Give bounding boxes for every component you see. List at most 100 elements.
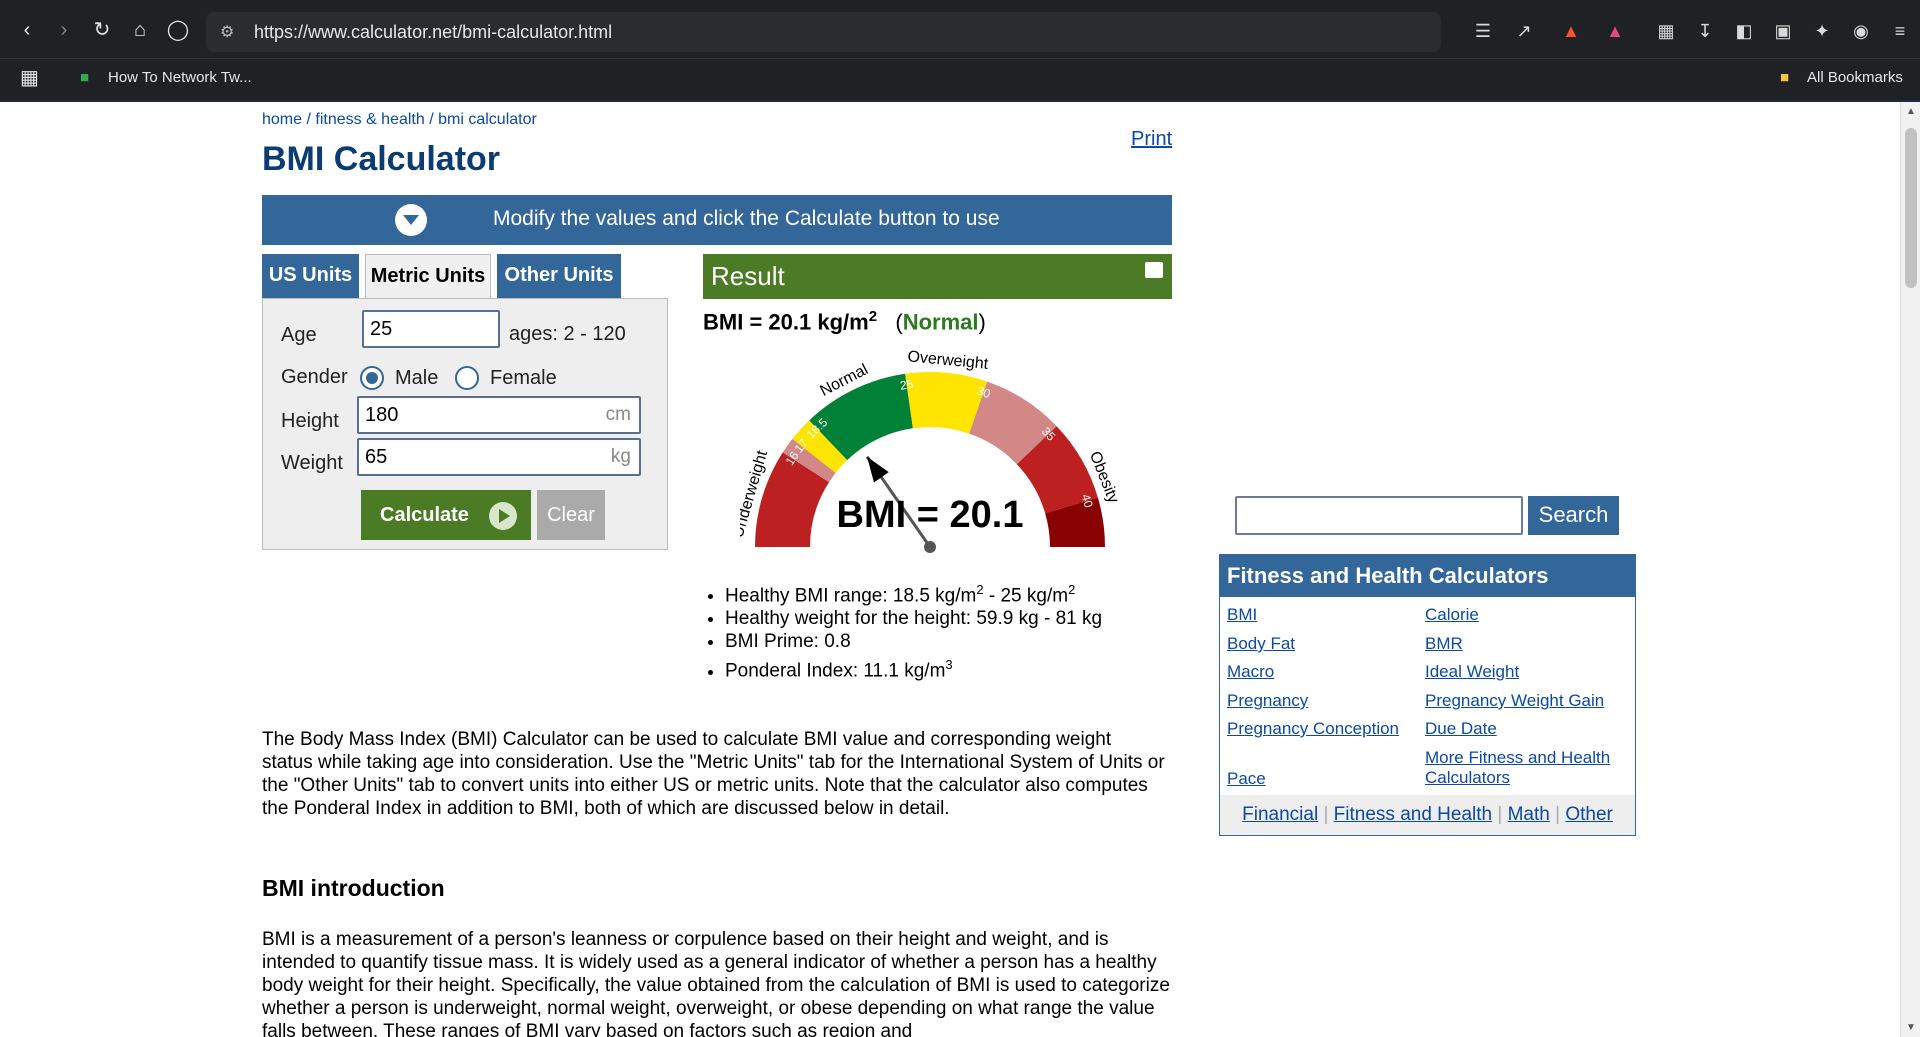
calculate-button[interactable]: Calculate — [361, 490, 531, 540]
healthy-range-sup: 2 — [976, 582, 984, 597]
search-button[interactable]: Search — [1528, 496, 1619, 535]
weight-value[interactable]: 65 — [365, 446, 387, 468]
result-list: Healthy BMI range: 18.5 kg/m2 - 25 kg/m2… — [703, 578, 1102, 683]
link-bmi[interactable]: BMI — [1227, 605, 1257, 625]
home-icon[interactable]: ⌂ — [128, 18, 152, 42]
back-icon[interactable]: ‹ — [15, 18, 39, 42]
wallet-icon[interactable]: ▣ — [1772, 20, 1794, 42]
female-radio[interactable] — [455, 366, 479, 390]
link-calorie[interactable]: Calorie — [1425, 605, 1479, 625]
clear-button[interactable]: Clear — [537, 490, 605, 540]
footer-link-financial[interactable]: Financial — [1242, 804, 1318, 825]
link-pregnancy-conception[interactable]: Pregnancy Conception — [1227, 719, 1399, 739]
scrollbar-thumb[interactable] — [1905, 128, 1917, 288]
female-label[interactable]: Female — [490, 367, 557, 390]
save-label[interactable]: save — [1144, 297, 1163, 307]
bmi-form: Age 25 ages: 2 - 120 Gender Male Female … — [262, 298, 668, 550]
dropdown-circle-icon[interactable] — [395, 204, 427, 236]
healthy-range-text-2: - 25 kg/m — [983, 585, 1069, 607]
height-label: Height — [281, 410, 339, 432]
bookmark-icon[interactable]: ◯ — [166, 18, 190, 42]
result-header: Result save — [703, 254, 1172, 307]
sidebar-icon[interactable]: ◧ — [1733, 20, 1755, 42]
fitness-health-calculators-box: Fitness and Health Calculators BMI Body … — [1219, 554, 1636, 836]
ponderal-index-text: Ponderal Index: 11.1 kg/m — [725, 660, 946, 682]
breadcrumb-fitness[interactable]: fitness & health — [315, 111, 424, 128]
apps-icon[interactable]: ▦ — [20, 65, 39, 90]
instruction-banner[interactable]: Modify the values and click the Calculat… — [262, 195, 1172, 245]
forward-icon[interactable]: › — [52, 18, 76, 42]
category-footer: Financial | Fitness and Health | Math | … — [1220, 795, 1635, 835]
bmi-result-sup: 2 — [868, 308, 878, 325]
url-text[interactable]: https://www.calculator.net/bmi-calculato… — [254, 22, 612, 43]
male-radio[interactable] — [360, 366, 384, 390]
search-input[interactable] — [1235, 496, 1523, 535]
extensions-icon[interactable]: ▦ — [1655, 20, 1677, 42]
gauge-needle-head — [867, 456, 889, 483]
link-macro[interactable]: Macro — [1227, 662, 1274, 682]
status-open: ( — [895, 309, 903, 335]
weight-unit: kg — [610, 446, 631, 467]
bmi-result-value: BMI = 20.1 kg/m — [703, 309, 869, 335]
bookmark-item[interactable]: How To Network Tw... — [108, 69, 252, 86]
rewards-icon[interactable]: ▲ — [1604, 20, 1626, 42]
save-icon[interactable]: save — [1144, 262, 1164, 307]
leo-icon[interactable]: ✦ — [1811, 20, 1833, 42]
breadcrumb-current[interactable]: bmi calculator — [438, 111, 537, 128]
tab-us-units[interactable]: US Units — [262, 254, 359, 298]
gauge-tick-label: 25 — [899, 377, 915, 393]
height-input[interactable]: 180 cm — [357, 396, 641, 434]
gauge-hub — [924, 541, 936, 553]
page-title: BMI Calculator — [262, 140, 501, 178]
bookmark-favicon-icon: ■ — [80, 69, 90, 86]
reader-icon[interactable]: ☰ — [1472, 20, 1494, 42]
play-icon[interactable] — [489, 502, 517, 530]
page-scrollbar[interactable]: ▲ ▼ — [1900, 102, 1920, 1037]
folder-icon: ■ — [1780, 69, 1790, 86]
breadcrumb-separator: / — [302, 111, 316, 128]
age-input[interactable]: 25 — [362, 310, 500, 348]
intro-paragraph: BMI is a measurement of a person's leann… — [262, 929, 1170, 1037]
description-paragraph: The Body Mass Index (BMI) Calculator can… — [262, 729, 1165, 819]
height-value[interactable]: 180 — [365, 404, 398, 426]
footer-link-fitness[interactable]: Fitness and Health — [1334, 804, 1492, 825]
link-pace[interactable]: Pace — [1227, 769, 1266, 789]
healthy-range-sup-2: 2 — [1068, 582, 1076, 597]
download-icon[interactable]: ↧ — [1694, 20, 1716, 42]
list-item: Healthy BMI range: 18.5 kg/m2 - 25 kg/m2 — [725, 578, 1102, 607]
address-bar[interactable]: ⚙ https://www.calculator.net/bmi-calcula… — [206, 12, 1441, 52]
healthy-range-text: Healthy BMI range: 18.5 kg/m — [725, 585, 977, 607]
tab-other-units[interactable]: Other Units — [497, 254, 621, 298]
footer-link-math[interactable]: Math — [1508, 804, 1550, 825]
vpn-icon[interactable]: ◉ — [1850, 20, 1872, 42]
breadcrumb-home[interactable]: home — [262, 111, 302, 128]
status-close: ) — [978, 309, 986, 335]
share-icon[interactable]: ↗ — [1513, 20, 1535, 42]
gender-label: Gender — [281, 366, 348, 388]
link-pregnancy[interactable]: Pregnancy — [1227, 691, 1308, 711]
list-item: Healthy weight for the height: 59.9 kg -… — [725, 607, 1102, 630]
site-settings-icon[interactable]: ⚙ — [220, 22, 234, 42]
menu-icon[interactable]: ≡ — [1889, 20, 1911, 42]
link-more-fitness[interactable]: More Fitness and Health Calculators — [1425, 748, 1625, 788]
footer-separator: | — [1318, 804, 1334, 825]
page: home / fitness & health / bmi calculator… — [0, 102, 1900, 1037]
weight-input[interactable]: 65 kg — [357, 438, 641, 476]
brave-shield-icon[interactable]: ▲ — [1560, 20, 1582, 42]
all-bookmarks[interactable]: All Bookmarks — [1807, 69, 1903, 86]
print-link[interactable]: Print — [1131, 128, 1172, 151]
calculate-label[interactable]: Calculate — [380, 504, 469, 526]
link-bmr[interactable]: BMR — [1425, 634, 1463, 654]
link-ideal-weight[interactable]: Ideal Weight — [1425, 662, 1519, 682]
age-label: Age — [281, 324, 317, 346]
link-pregnancy-weight-gain[interactable]: Pregnancy Weight Gain — [1425, 691, 1604, 711]
breadcrumb: home / fitness & health / bmi calculator — [262, 111, 537, 129]
reload-icon[interactable]: ↻ — [90, 18, 114, 42]
scroll-up-icon[interactable]: ▲ — [1906, 106, 1916, 117]
link-body-fat[interactable]: Body Fat — [1227, 634, 1295, 654]
scroll-down-icon[interactable]: ▼ — [1906, 1022, 1916, 1033]
tab-metric-units[interactable]: Metric Units — [365, 254, 491, 299]
link-due-date[interactable]: Due Date — [1425, 719, 1497, 739]
male-label[interactable]: Male — [395, 367, 438, 390]
footer-link-other[interactable]: Other — [1565, 804, 1613, 825]
